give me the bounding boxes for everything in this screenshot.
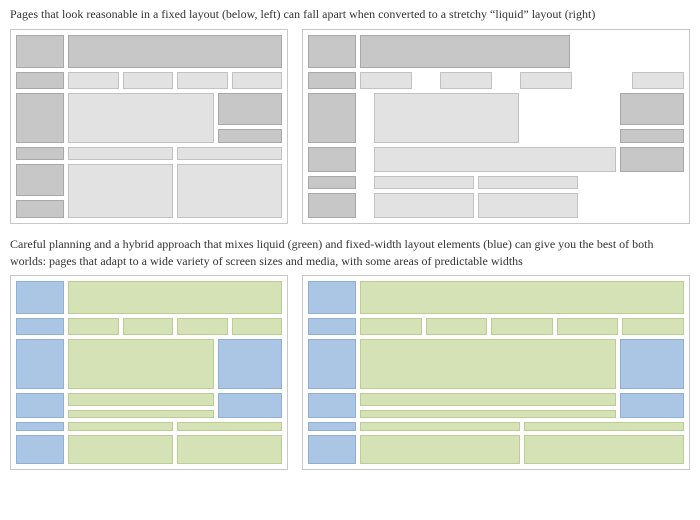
caption-bottom: Careful planning and a hybrid approach t… — [10, 236, 690, 270]
panel-fixed-grey — [10, 29, 288, 224]
panel-hybrid-narrow — [10, 275, 288, 470]
top-row — [10, 29, 690, 224]
panel-hybrid-wide — [302, 275, 690, 470]
caption-top: Pages that look reasonable in a fixed la… — [10, 6, 690, 23]
panel-liquid-grey — [302, 29, 690, 224]
bottom-row — [10, 275, 690, 470]
